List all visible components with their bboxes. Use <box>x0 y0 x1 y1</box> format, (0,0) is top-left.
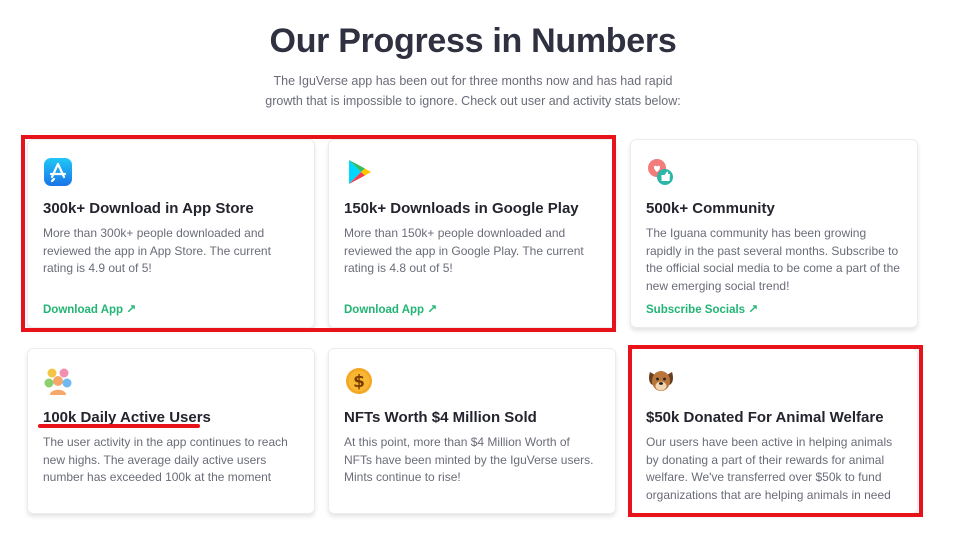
users-group-icon <box>43 366 73 396</box>
subtitle-line: The IguVerse app has been out for three … <box>273 74 673 88</box>
card-description: The user activity in the app continues t… <box>43 435 288 484</box>
stat-card-daily-active-users: 100k Daily Active Users The user activit… <box>27 348 315 514</box>
community-chat-icon <box>646 157 676 187</box>
card-description: At this point, more than $4 Million Wort… <box>344 435 594 484</box>
card-description: The Iguana community has been growing ra… <box>646 226 900 293</box>
svg-text:$: $ <box>353 372 365 392</box>
subtitle-line: growth that is impossible to ignore. Che… <box>265 94 681 108</box>
stat-card-community: 500k+ Community The Iguana community has… <box>630 139 918 328</box>
page-title: Our Progress in Numbers <box>269 22 677 60</box>
highlight-box <box>628 345 923 517</box>
card-title: NFTs Worth $4 Million Sold <box>344 409 537 426</box>
highlight-underline <box>38 424 200 428</box>
card-title: 500k+ Community <box>646 200 775 217</box>
link-label: Subscribe Socials <box>646 304 746 316</box>
arrow-up-right-icon: ↗ <box>748 302 759 316</box>
subscribe-socials-link[interactable]: Subscribe Socials ↗ <box>646 302 758 316</box>
highlight-box <box>21 135 616 332</box>
stat-card-nfts-sold: $ NFTs Worth $4 Million Sold At this poi… <box>328 348 616 514</box>
page-subtitle: The IguVerse app has been out for three … <box>0 71 946 111</box>
dollar-coin-icon: $ <box>344 366 374 396</box>
